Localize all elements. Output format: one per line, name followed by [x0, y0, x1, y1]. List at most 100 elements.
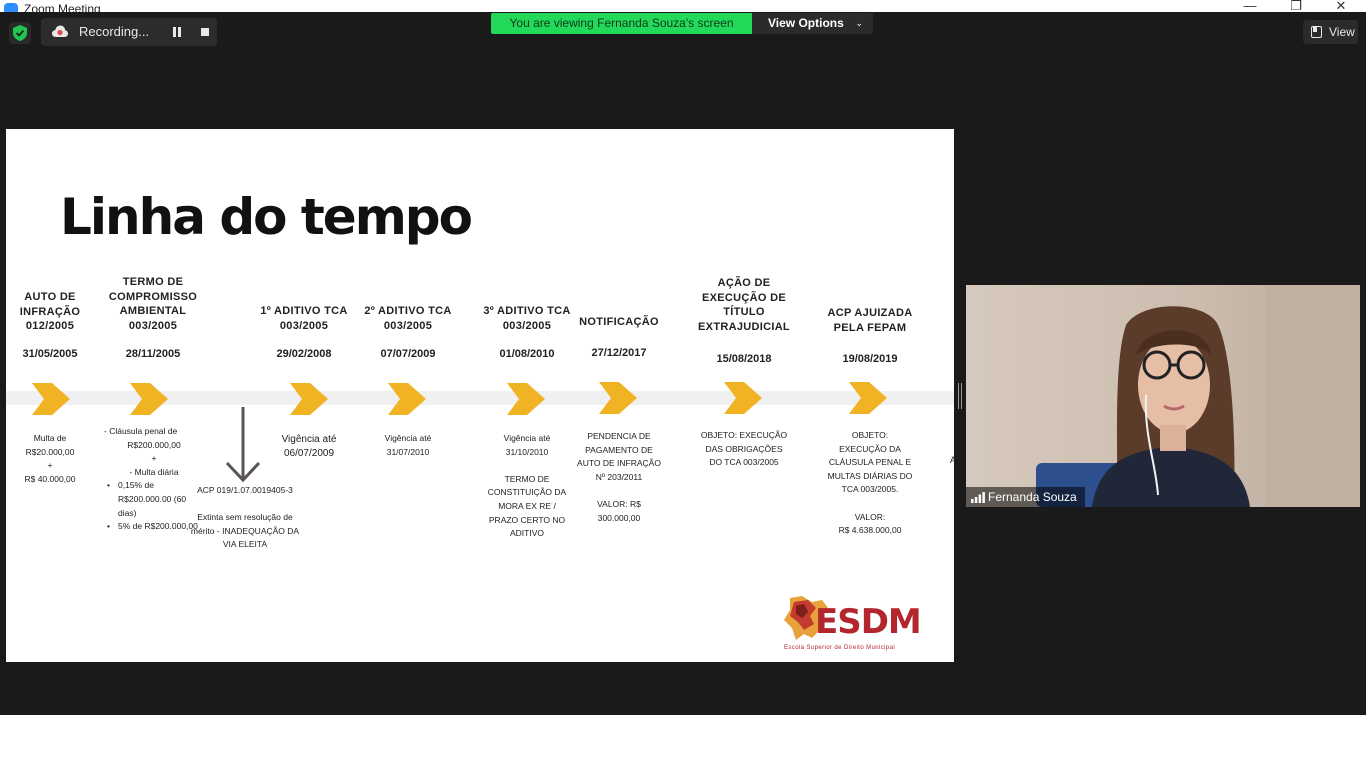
timeline-arrow [290, 383, 328, 415]
event-8-desc-line: CLÁUSULA PENAL E [828, 457, 912, 468]
event-7-desc-line: OBJETO: EXECUÇÃO [700, 430, 788, 440]
event-8-desc-line [816, 497, 924, 511]
timeline-arrow [599, 382, 637, 414]
event-6-desc: PENDENCIA DE PAGAMENTO DE AUTO DE INFRAÇ… [567, 430, 671, 525]
event-8-desc-line: TCA 003/2005. [841, 484, 899, 495]
participant-name: Fernanda Souza [988, 490, 1077, 504]
event-2-desc-line: - Cláusula penal de [104, 426, 178, 436]
event-5-desc-line: PRAZO CERTO NO [488, 514, 566, 525]
event-8-desc-line: OBJETO: [851, 430, 889, 440]
timeline-arrow [507, 383, 545, 415]
restore-icon[interactable]: ❐ [1276, 0, 1316, 12]
event-1-desc-line: + [47, 460, 53, 471]
event-4-head-line: 003/2005 [383, 319, 433, 332]
timeline-arrow [130, 383, 168, 415]
event-6-date: 27/12/2017 [591, 347, 647, 359]
event-8-date: 19/08/2019 [842, 353, 898, 365]
event-8-desc-line: MULTAS DIÁRIAS DO [827, 470, 913, 481]
viewing-banner: You are viewing Fernanda Souza's screen [491, 13, 752, 34]
cloud-record-icon [52, 25, 68, 37]
event-5-desc-line: MORA EX RE / [498, 500, 556, 511]
pause-recording-icon[interactable] [172, 27, 182, 37]
event-7-date: 15/08/2018 [716, 353, 772, 365]
event-7-desc-line: DAS OBRIGAÇÕES [705, 443, 783, 454]
timeline-arrow [388, 383, 426, 415]
event-6-desc-line: VALOR: R$ [597, 498, 641, 509]
event-1-head-line: AUTO DE [24, 291, 76, 303]
event-7-desc: OBJETO: EXECUÇÃO DAS OBRIGAÇÕES DO TCA 0… [688, 429, 800, 470]
timeline-arrow [724, 382, 762, 414]
event-3-desc-line: 06/07/2009 [283, 447, 335, 459]
event-2-date: 28/11/2005 [125, 348, 181, 360]
acp-note-line: mérito - INADEQUAÇÃO DA [190, 525, 300, 536]
shared-screen-slide: Linha do tempo AUTO DE INFRAÇÃO 012/2005… [6, 129, 954, 662]
event-5-head-line: 003/2005 [502, 319, 552, 332]
event-7-head-line: EXTRAJUDICIAL [698, 320, 790, 333]
event-6-desc-line: PAGAMENTO DE [585, 444, 653, 455]
event-1-desc: Multa de R$20.000,00 + R$ 40.000,00 [6, 432, 94, 486]
security-shield-icon[interactable] [9, 22, 31, 44]
event-4-desc-line: 31/07/2010 [386, 446, 430, 457]
event-6-desc-line: 300.000,00 [597, 512, 641, 523]
event-3-head: 1º ADITIVO TCA 003/2005 [254, 304, 354, 333]
minimize-icon[interactable]: — [1230, 0, 1270, 12]
acp-note: Extinta sem resolução de mérito - INADEQ… [186, 511, 304, 552]
event-5-desc: Vigência até 31/10/2010 TERMO DE CONSTIT… [477, 432, 577, 541]
acp-note-line: Extinta sem resolução de [197, 512, 293, 522]
event-7-head-line: EXECUÇÃO DE [702, 291, 786, 304]
desktop-area [0, 715, 1366, 768]
participant-video-image [966, 285, 1360, 507]
timeline-arrow [32, 383, 70, 415]
event-2-head: TERMO DE COMPROMISSO AMBIENTAL 003/2005 [103, 275, 203, 333]
event-8-desc-line: R$ 4.638.000,00 [838, 525, 902, 536]
event-8-desc-line: VALOR: [854, 511, 886, 522]
event-3-date: 29/02/2008 [276, 348, 332, 360]
event-7-head-line: AÇÃO DE [717, 277, 771, 289]
event-6-desc-line: AUTO DE INFRAÇÃO [577, 458, 661, 469]
event-4-date: 07/07/2009 [380, 348, 436, 360]
event-6-desc-line [567, 484, 671, 498]
event-7-head: AÇÃO DE EXECUÇÃO DE TÍTULO EXTRAJUDICIAL [688, 276, 800, 334]
event-6-desc-line: PENDENCIA DE [587, 431, 651, 441]
zoom-window: Zoom Meeting — ❐ ✕ Recording... You are … [0, 0, 1366, 715]
event-7-head-line: TÍTULO [723, 306, 765, 318]
title-bar: Zoom Meeting — ❐ ✕ [0, 0, 1366, 12]
event-4-head: 2º ADITIVO TCA 003/2005 [358, 304, 458, 333]
view-options-button[interactable]: View Options ⌄ [752, 13, 873, 34]
event-2-head-line: 003/2005 [128, 319, 178, 332]
timeline-arrow [849, 382, 887, 414]
recording-indicator: Recording... [41, 18, 217, 46]
panel-resize-handle[interactable] [958, 383, 962, 409]
event-8-head: ACP AJUIZADA PELA FEPAM [816, 306, 924, 335]
event-3-desc-line: Vigência até [281, 434, 337, 445]
participant-video[interactable]: Fernanda Souza [966, 285, 1360, 507]
event-8-desc: OBJETO: EXECUÇÃO DA CLÁUSULA PENAL E MUL… [816, 429, 924, 538]
event-1-desc-line: Multa de [33, 433, 67, 443]
participant-name-tag: Fernanda Souza [966, 487, 1085, 507]
event-1-desc-line: R$20.000,00 [25, 446, 75, 457]
event-3-desc: Vigência até 06/07/2009 [254, 433, 364, 460]
event-3-head-line: 003/2005 [279, 319, 329, 332]
event-5-desc-line: 31/10/2010 [505, 446, 549, 457]
event-4-desc-line: Vigência até [384, 433, 432, 443]
event-6-head-line: NOTIFICAÇÃO [579, 316, 659, 328]
event-1-desc-line: R$ 40.000,00 [24, 473, 76, 484]
layout-view-icon [1311, 26, 1322, 38]
event-8-head-line: PELA FEPAM [833, 321, 907, 334]
event-8-desc-line: EXECUÇÃO DA [839, 443, 901, 454]
event-1-date: 31/05/2005 [22, 348, 78, 360]
acp-number: ACP 019/1.07.0019405-3 [197, 485, 293, 495]
acp-note-line: VIA ELEITA [222, 539, 268, 550]
close-icon[interactable]: ✕ [1321, 0, 1361, 12]
window-title: Zoom Meeting [24, 2, 101, 12]
signal-strength-icon [971, 492, 985, 503]
event-5-head-line: 3º ADITIVO TCA [483, 305, 571, 317]
stop-recording-icon[interactable] [201, 28, 209, 36]
event-6-head: NOTIFICAÇÃO [569, 315, 669, 330]
event-4-desc: Vigência até 31/07/2010 [358, 432, 458, 459]
view-button[interactable]: View [1303, 20, 1358, 44]
event-5-desc-line: CONSTITUIÇÃO DA [487, 487, 567, 498]
event-1-head: AUTO DE INFRAÇÃO 012/2005 [6, 290, 94, 334]
event-2-head-line: AMBIENTAL [119, 305, 187, 317]
esdm-logo-subtitle: Escola Superior de Direito Municipal [784, 645, 896, 651]
